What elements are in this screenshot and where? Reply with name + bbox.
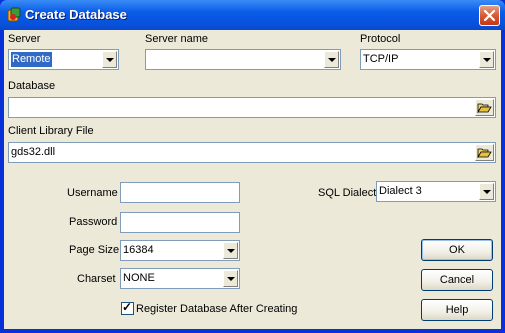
database-input[interactable] [8, 97, 496, 118]
username-label: Username [67, 187, 118, 199]
client-library-value: gds32.dll [11, 146, 56, 158]
chevron-down-icon[interactable] [223, 270, 238, 287]
client-library-input[interactable]: gds32.dll [8, 142, 496, 163]
close-button[interactable] [479, 5, 500, 26]
charset-value: NONE [123, 272, 155, 284]
server-name-label: Server name [145, 33, 208, 45]
username-input[interactable] [120, 182, 240, 203]
database-label: Database [8, 80, 56, 92]
ok-button[interactable]: OK [421, 239, 493, 261]
server-select-value: Remote [11, 52, 52, 67]
page-size-select[interactable]: 16384 [120, 240, 240, 261]
password-label: Password [69, 216, 118, 228]
checkmark-icon: ✓ [122, 300, 133, 314]
page-size-label: Page Size [69, 244, 120, 256]
charset-select[interactable]: NONE [120, 268, 240, 289]
sql-dialect-select[interactable]: Dialect 3 [376, 181, 496, 202]
server-label: Server [8, 33, 41, 45]
password-input[interactable] [120, 212, 240, 233]
protocol-value: TCP/IP [363, 53, 399, 65]
folder-open-icon [477, 103, 492, 114]
page-size-value: 16384 [123, 244, 154, 256]
register-checkbox[interactable]: ✓ [121, 300, 134, 315]
chevron-down-icon[interactable] [102, 51, 117, 68]
window-title: Create Database [25, 7, 127, 22]
dialog-body: Server Server name Protocol Remote TCP/I… [4, 30, 501, 329]
server-select[interactable]: Remote [8, 49, 119, 70]
register-checkbox-label[interactable]: Register Database After Creating [136, 303, 297, 315]
chevron-down-icon[interactable] [479, 51, 494, 68]
client-library-browse-button[interactable] [475, 144, 494, 161]
charset-label: Charset [77, 273, 116, 285]
chevron-down-icon[interactable] [223, 242, 238, 259]
help-button[interactable]: Help [421, 299, 493, 321]
sql-dialect-value: Dialect 3 [379, 185, 422, 197]
database-browse-button[interactable] [475, 99, 494, 116]
sql-dialect-label: SQL Dialect [318, 187, 377, 199]
folder-open-icon [477, 148, 492, 159]
protocol-label: Protocol [360, 33, 401, 45]
chevron-down-icon[interactable] [479, 183, 494, 200]
chevron-down-icon[interactable] [324, 51, 339, 68]
cancel-button[interactable]: Cancel [421, 269, 493, 291]
create-database-dialog: Create Database Server Server name Proto… [0, 0, 505, 333]
client-library-label: Client Library File [8, 125, 94, 137]
close-icon [483, 9, 496, 22]
database-app-icon [7, 7, 21, 22]
server-name-select[interactable] [145, 49, 341, 70]
title-bar[interactable]: Create Database [0, 0, 505, 30]
protocol-select[interactable]: TCP/IP [360, 49, 496, 70]
